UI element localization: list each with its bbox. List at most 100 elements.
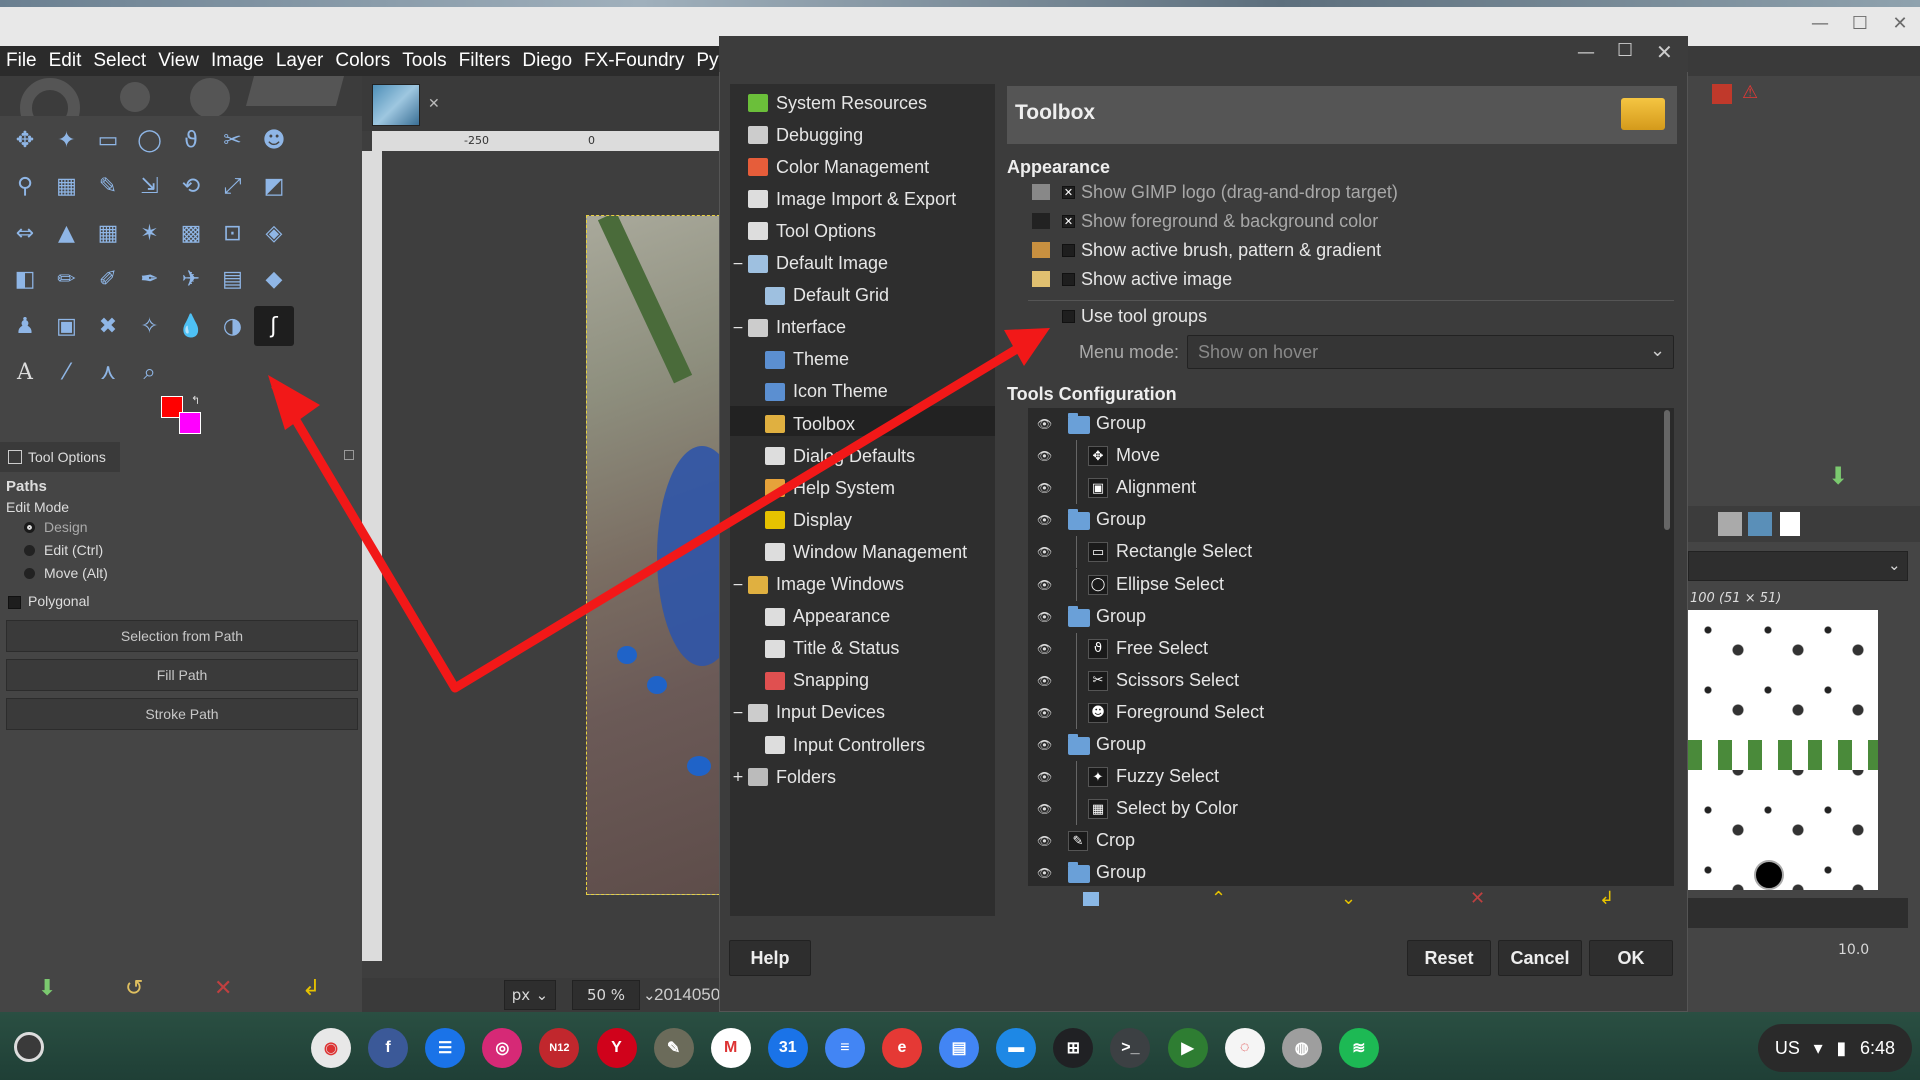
color-picker-tool-icon[interactable]: ⁄: [47, 353, 87, 393]
cage-tool-icon[interactable]: ▦: [88, 213, 128, 253]
visibility-eye-icon[interactable]: 👁: [1037, 450, 1055, 462]
minimize-icon[interactable]: —: [1810, 14, 1830, 34]
pro-app-icon[interactable]: ◍: [1281, 1028, 1322, 1068]
visibility-eye-icon[interactable]: 👁: [1037, 675, 1055, 687]
menu-fx-foundry[interactable]: FX-Foundry: [584, 50, 684, 72]
visibility-eye-icon[interactable]: 👁: [1037, 546, 1055, 558]
free-select-tool-icon[interactable]: ϑ: [171, 120, 211, 160]
prefs-item-dialog-defaults[interactable]: Dialog Defaults: [765, 441, 915, 471]
bucket-fill-tool-icon[interactable]: ◈: [254, 213, 294, 253]
prefs-item-color-management[interactable]: Color Management: [748, 152, 929, 182]
prefs-item-icon-theme[interactable]: Icon Theme: [765, 377, 888, 407]
eraser-tool-icon[interactable]: ◆: [254, 260, 294, 300]
scale-tool-icon[interactable]: ⤢: [213, 167, 253, 207]
app-red-icon[interactable]: e: [882, 1028, 922, 1068]
clone-tool-icon[interactable]: ♟: [5, 306, 45, 346]
use-tool-groups-checkbox[interactable]: [1062, 310, 1075, 323]
menu-colors[interactable]: Colors: [335, 50, 390, 72]
radio-design[interactable]: [24, 522, 35, 533]
prefs-item-appearance[interactable]: Appearance: [765, 602, 890, 632]
scissors-tool-icon[interactable]: ✂: [213, 120, 253, 160]
swap-colors-icon[interactable]: ↰: [191, 394, 200, 407]
radio-move[interactable]: [24, 568, 35, 579]
heal-tool-icon[interactable]: ▣: [47, 306, 87, 346]
menu-diego[interactable]: Diego: [522, 50, 572, 72]
unified-transform-tool-icon[interactable]: ⇲: [130, 167, 170, 207]
files-blue-icon[interactable]: ▤: [939, 1028, 980, 1068]
tool-row[interactable]: 👁 ✂ Scissors Select: [1028, 664, 1654, 697]
launcher-icon[interactable]: [14, 1032, 44, 1062]
close-image-icon[interactable]: ✕: [428, 96, 440, 112]
menu-view[interactable]: View: [158, 50, 199, 72]
prefs-item-title-status[interactable]: Title & Status: [765, 634, 899, 664]
visibility-eye-icon[interactable]: 👁: [1037, 803, 1055, 815]
appearance-checkbox[interactable]: [1062, 244, 1075, 257]
prefs-item-toolbox[interactable]: Toolbox: [765, 409, 855, 439]
menu-tools[interactable]: Tools: [402, 50, 446, 72]
zoom-select[interactable]: 50 %: [572, 980, 640, 1010]
prefs-item-snapping[interactable]: Snapping: [765, 666, 869, 696]
expand-icon[interactable]: +: [732, 770, 744, 784]
move-tool-icon[interactable]: ✥: [5, 120, 45, 160]
blur-tool-icon[interactable]: 💧: [171, 306, 211, 346]
dialog-close-icon[interactable]: ✕: [1656, 40, 1673, 64]
brush-filter-select[interactable]: [1688, 551, 1908, 581]
reset-options-icon[interactable]: ↲: [302, 976, 320, 1001]
perspective-clone-tool-icon[interactable]: ✖: [88, 306, 128, 346]
ink-tool-icon[interactable]: ✒: [130, 260, 170, 300]
tool-row[interactable]: 👁 ✦ Fuzzy Select: [1028, 761, 1654, 794]
ellipse-select-tool-icon[interactable]: ◯: [130, 120, 170, 160]
tool-group-row[interactable]: 👁 Group: [1028, 729, 1654, 761]
collapse-icon[interactable]: −: [732, 706, 744, 720]
tool-row[interactable]: 👁 ◯ Ellipse Select: [1028, 568, 1654, 601]
prefs-item-folders[interactable]: Folders: [748, 762, 836, 792]
prefs-item-input-devices[interactable]: Input Devices: [748, 698, 885, 728]
perspective-tool-icon[interactable]: ▲: [47, 213, 87, 253]
visibility-eye-icon[interactable]: 👁: [1037, 739, 1055, 751]
flip-tool-icon[interactable]: ⇔: [5, 213, 45, 253]
transform-tool-icon[interactable]: ⊡: [213, 213, 253, 253]
unit-select[interactable]: px ⌄: [504, 980, 556, 1010]
shear-tool-icon[interactable]: ◩: [254, 167, 294, 207]
visibility-eye-icon[interactable]: 👁: [1037, 579, 1055, 591]
delete-options-icon[interactable]: ✕: [214, 976, 232, 1001]
paintbrush-tool-icon[interactable]: ✏: [47, 260, 87, 300]
visibility-eye-icon[interactable]: 👁: [1037, 611, 1055, 623]
tool-group-row[interactable]: 👁 Group: [1028, 504, 1654, 536]
handle-transform-tool-icon[interactable]: ▩: [171, 213, 211, 253]
prefs-item-default-image[interactable]: Default Image: [748, 249, 888, 279]
prefs-item-interface[interactable]: Interface: [748, 313, 846, 343]
crop-tool-icon[interactable]: ✎: [88, 167, 128, 207]
foreground-select-tool-icon[interactable]: ☻: [254, 120, 294, 160]
tab-tool-options[interactable]: Tool Options: [0, 442, 120, 472]
ynet-icon[interactable]: Y: [596, 1028, 637, 1068]
menu-image[interactable]: Image: [211, 50, 264, 72]
status-tray[interactable]: US ▾ ▮ 6:48: [1758, 1024, 1912, 1072]
dock-select[interactable]: [1688, 898, 1908, 928]
prefs-item-debugging[interactable]: Debugging: [748, 120, 863, 150]
fill-path-button[interactable]: Fill Path: [6, 659, 358, 691]
visibility-eye-icon[interactable]: 👁: [1037, 771, 1055, 783]
align-tool-icon[interactable]: ✦: [47, 120, 87, 160]
prefs-item-tool-options[interactable]: Tool Options: [748, 216, 876, 246]
spacing-value[interactable]: 10.0: [1838, 942, 1869, 958]
appearance-checkbox[interactable]: [1062, 273, 1075, 286]
tool-group-row[interactable]: 👁 Group: [1028, 408, 1654, 440]
prefs-item-theme[interactable]: Theme: [765, 345, 849, 375]
menu-filters[interactable]: Filters: [459, 50, 511, 72]
stroke-path-button[interactable]: Stroke Path: [6, 698, 358, 730]
warning-icon[interactable]: ⚠: [1742, 82, 1758, 103]
image-canvas[interactable]: [586, 215, 720, 895]
chevron-down-icon[interactable]: ⌄: [1888, 556, 1901, 574]
raise-item-icon[interactable]: ⌃: [1211, 888, 1226, 909]
menu-layer[interactable]: Layer: [276, 50, 324, 72]
menu-edit[interactable]: Edit: [49, 50, 82, 72]
reset-list-icon[interactable]: ↲: [1599, 888, 1614, 909]
facebook-icon[interactable]: f: [368, 1028, 409, 1068]
lower-item-icon[interactable]: ⌄: [1341, 888, 1356, 909]
rect-select-tool-icon[interactable]: ▭: [88, 120, 128, 160]
messages-icon[interactable]: ☰: [425, 1028, 466, 1068]
gmail-icon[interactable]: M: [710, 1028, 751, 1068]
prefs-item-default-grid[interactable]: Default Grid: [765, 281, 889, 311]
tool-row[interactable]: 👁 ▦ Select by Color: [1028, 793, 1654, 826]
